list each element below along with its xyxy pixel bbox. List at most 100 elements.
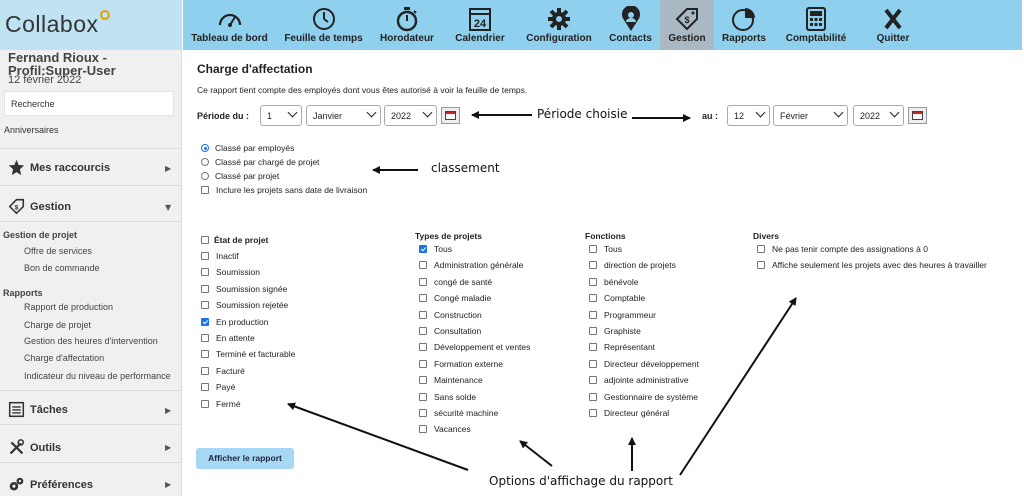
- radio-button[interactable]: [201, 158, 209, 166]
- checkbox[interactable]: [419, 245, 427, 253]
- checkbox[interactable]: [201, 399, 209, 408]
- types-option[interactable]: Développement et ventes: [419, 342, 530, 352]
- link-offre-de-services[interactable]: Offre de services: [24, 246, 92, 256]
- nav-contacts[interactable]: Contacts: [601, 0, 660, 50]
- fonctions-option[interactable]: bénévole: [589, 277, 639, 287]
- from-year-select[interactable]: 2022: [384, 105, 437, 126]
- link-bon-de-commande[interactable]: Bon de commande: [24, 263, 100, 273]
- to-month-select[interactable]: Février: [773, 105, 848, 126]
- etat-all-checkbox[interactable]: [201, 236, 209, 244]
- types-option[interactable]: Tous: [419, 244, 452, 254]
- to-calendar-button[interactable]: [908, 107, 927, 124]
- nav-quitter[interactable]: Quitter: [858, 0, 928, 50]
- checkbox[interactable]: [419, 310, 427, 319]
- types-option[interactable]: Congé maladie: [419, 293, 491, 303]
- etat-option[interactable]: Soumission rejetée: [201, 300, 288, 310]
- radio-button[interactable]: [201, 144, 209, 152]
- fonctions-option[interactable]: adjointe administrative: [589, 375, 689, 385]
- link-indicateur-performance[interactable]: Indicateur du niveau de performance: [24, 371, 171, 381]
- fonctions-option[interactable]: Directeur général: [589, 408, 669, 418]
- checkbox[interactable]: [201, 186, 209, 194]
- etat-option[interactable]: En production: [201, 317, 268, 327]
- nav-configuration[interactable]: Configuration: [517, 0, 601, 50]
- checkbox[interactable]: [201, 350, 209, 359]
- section-taches[interactable]: Tâches: [8, 401, 68, 418]
- types-option[interactable]: Construction: [419, 310, 482, 320]
- include-no-delivery-checkbox[interactable]: Inclure les projets sans date de livrais…: [201, 185, 367, 195]
- checkbox[interactable]: [589, 294, 597, 303]
- checkbox[interactable]: [419, 277, 427, 286]
- checkbox[interactable]: [419, 359, 427, 368]
- from-calendar-button[interactable]: [441, 107, 460, 124]
- types-option[interactable]: Formation externe: [419, 359, 503, 369]
- checkbox[interactable]: [589, 277, 597, 286]
- types-option[interactable]: Administration générale: [419, 260, 523, 270]
- types-option[interactable]: Sans solde: [419, 392, 476, 402]
- show-report-button[interactable]: Afficher le rapport: [196, 448, 294, 469]
- checkbox[interactable]: [419, 392, 427, 401]
- nav-rapports[interactable]: Rapports: [714, 0, 774, 50]
- checkbox[interactable]: [757, 261, 765, 270]
- link-charge-d-affectation[interactable]: Charge d'affectation: [24, 353, 104, 363]
- etat-option[interactable]: Fermé: [201, 399, 241, 409]
- etat-option[interactable]: Terminé et facturable: [201, 349, 295, 359]
- etat-option[interactable]: Soumission: [201, 267, 260, 277]
- fonctions-option[interactable]: Tous: [589, 244, 622, 254]
- types-option[interactable]: congé de santé: [419, 277, 492, 287]
- checkbox[interactable]: [201, 268, 209, 277]
- section-outils[interactable]: Outils: [8, 439, 61, 456]
- divers-option[interactable]: Affiche seulement les projets avec des h…: [757, 260, 987, 270]
- from-day-select[interactable]: 1: [260, 105, 302, 126]
- fonctions-option[interactable]: Comptable: [589, 293, 645, 303]
- types-option[interactable]: Consultation: [419, 326, 481, 336]
- checkbox[interactable]: [589, 261, 597, 270]
- checkbox[interactable]: [419, 376, 427, 385]
- nav-tableau-de-bord[interactable]: Tableau de bord: [183, 0, 276, 50]
- section-preferences[interactable]: Préférences: [8, 476, 93, 493]
- checkbox[interactable]: [201, 252, 209, 260]
- types-option[interactable]: Maintenance: [419, 375, 483, 385]
- nav-horodateur[interactable]: Horodateur: [371, 0, 443, 50]
- types-option[interactable]: sécurité machine: [419, 408, 498, 418]
- sort-option[interactable]: Classé par chargé de projet: [201, 157, 319, 167]
- checkbox[interactable]: [201, 334, 209, 342]
- checkbox[interactable]: [201, 317, 209, 326]
- link-charge-de-projet[interactable]: Charge de projet: [24, 320, 91, 330]
- checkbox[interactable]: [419, 261, 427, 270]
- section-mes-raccourcis[interactable]: Mes raccourcis: [8, 159, 110, 176]
- checkbox[interactable]: [419, 327, 427, 335]
- etat-option[interactable]: Soumission signée: [201, 284, 287, 294]
- section-gestion[interactable]: $ Gestion: [8, 198, 71, 215]
- search-input[interactable]: Recherche: [4, 91, 174, 116]
- checkbox[interactable]: [589, 409, 597, 417]
- divers-option[interactable]: Ne pas tenir compte des assignations à 0: [757, 244, 928, 254]
- nav-feuille-de-temps[interactable]: Feuille de temps: [276, 0, 371, 50]
- to-day-select[interactable]: 12: [727, 105, 770, 126]
- etat-option[interactable]: En attente: [201, 333, 255, 343]
- fonctions-option[interactable]: direction de projets: [589, 260, 676, 270]
- nav-gestion[interactable]: $ Gestion: [660, 0, 714, 50]
- checkbox[interactable]: [757, 245, 765, 253]
- checkbox[interactable]: [419, 409, 427, 417]
- checkbox[interactable]: [589, 376, 597, 385]
- types-option[interactable]: Vacances: [419, 424, 471, 434]
- checkbox[interactable]: [589, 392, 597, 401]
- checkbox[interactable]: [589, 343, 597, 352]
- checkbox[interactable]: [201, 301, 209, 310]
- fonctions-option[interactable]: Directeur développement: [589, 359, 699, 369]
- checkbox[interactable]: [419, 425, 427, 434]
- link-gestion-des-heures[interactable]: Gestion des heures d'intervention: [24, 336, 158, 346]
- checkbox[interactable]: [589, 327, 597, 335]
- nav-comptabilite[interactable]: Comptabilité: [774, 0, 858, 50]
- sort-option[interactable]: Classé par projet: [201, 171, 279, 181]
- checkbox[interactable]: [419, 294, 427, 303]
- checkbox[interactable]: [419, 343, 427, 352]
- checkbox[interactable]: [201, 284, 209, 293]
- etat-option[interactable]: Inactif: [201, 251, 239, 261]
- nav-calendrier[interactable]: 24 Calendrier: [443, 0, 517, 50]
- fonctions-option[interactable]: Représentant: [589, 342, 655, 352]
- anniversaires-link[interactable]: Anniversaires: [4, 125, 59, 135]
- app-logo[interactable]: Collabox: [5, 10, 110, 38]
- fonctions-option[interactable]: Gestionnaire de système: [589, 392, 698, 402]
- checkbox[interactable]: [201, 366, 209, 375]
